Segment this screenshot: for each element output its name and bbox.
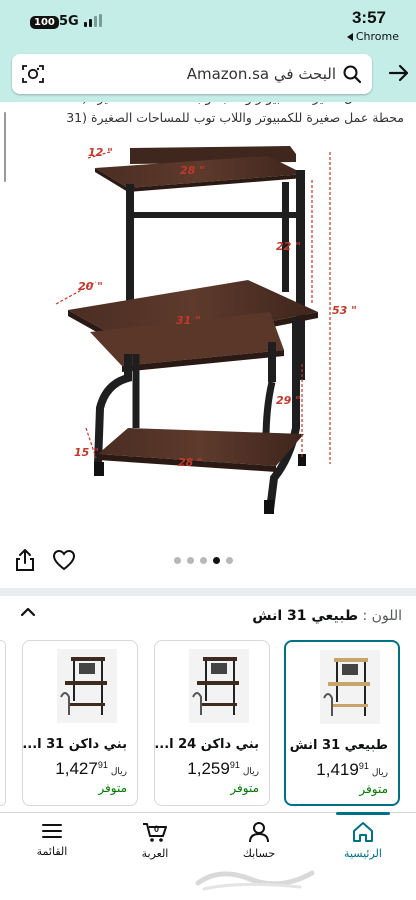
variant-card-partial[interactable] <box>0 640 6 806</box>
search-header: البحث في Amazon.sa <box>0 50 416 102</box>
dim-base-height: 15 " <box>74 446 99 459</box>
variant-price: ريال 1,25991 <box>187 759 259 779</box>
price-fraction: 91 <box>229 760 240 770</box>
return-to-app[interactable]: Chrome <box>346 30 399 43</box>
search-input[interactable]: البحث في Amazon.sa <box>187 65 336 83</box>
nav-account-label: حسابك <box>242 847 276 860</box>
price-currency: ريال <box>371 767 388 777</box>
pagination-dot[interactable] <box>174 557 181 564</box>
dim-shelf-depth: 12 " <box>88 146 113 159</box>
dim-desk-depth: 20 " <box>78 280 103 293</box>
home-icon <box>353 822 373 842</box>
nav-menu[interactable]: القائمة <box>12 821 92 858</box>
battery-indicator: 100 <box>30 16 59 29</box>
variant-name: بني داكن 24 ا... <box>154 737 259 752</box>
product-title[interactable]: محطة عمل صغيرة للكمبيوتر واللاب توب للمس… <box>66 110 404 125</box>
search-bar[interactable]: البحث في Amazon.sa <box>12 54 372 94</box>
user-icon <box>249 822 269 843</box>
color-selector-label: اللون : طبيعي 31 انش <box>252 608 402 624</box>
color-label: اللون : <box>362 608 402 624</box>
pagination-dot[interactable] <box>213 557 220 564</box>
variant-name: طبيعي 31 انش <box>289 738 388 753</box>
price-whole: 1,259 <box>187 759 230 778</box>
camera-scan-icon[interactable] <box>22 64 44 84</box>
price-currency: ريال <box>242 766 259 776</box>
pagination-dot[interactable] <box>200 557 207 564</box>
return-app-label: Chrome <box>355 30 399 43</box>
dim-desk-height: 29 " <box>276 394 301 407</box>
nav-account[interactable]: حسابك <box>219 821 299 860</box>
availability-status: متوفر <box>98 781 127 795</box>
nav-home-label: الرئيسية <box>344 847 382 860</box>
nav-home[interactable]: الرئيسية <box>323 821 403 860</box>
nav-menu-label: القائمة <box>36 845 68 858</box>
watermark-logo <box>195 870 315 891</box>
price-fraction: 91 <box>97 760 108 770</box>
pagination-dot[interactable] <box>187 557 194 564</box>
nav-cart[interactable]: 0 العربة <box>115 821 195 860</box>
variant-price: ريال 1,42791 <box>55 759 127 779</box>
variant-card[interactable]: طبيعي 31 انش ريال 1,41991 متوفر <box>284 640 400 806</box>
gallery-pagination[interactable] <box>174 557 233 564</box>
menu-icon <box>42 824 62 838</box>
pagination-dot[interactable] <box>226 557 233 564</box>
heart-icon[interactable] <box>52 549 76 571</box>
dim-shelf-width: 28 " <box>180 164 205 177</box>
dim-base-width: 28 " <box>178 456 203 469</box>
availability-status: متوفر <box>230 781 259 795</box>
share-icon[interactable] <box>14 548 36 572</box>
variant-name: بني داكن 31 ا... <box>22 737 127 752</box>
bottom-navigation: الرئيسية حسابك 0 العربة القائمة <box>0 812 416 900</box>
product-image[interactable]: 12 " 28 " 22 " 20 " 31 " 53 " 29 " 15 " … <box>0 128 416 528</box>
dim-riser-height: 22 " <box>276 240 301 253</box>
variant-price: ريال 1,41991 <box>316 760 388 780</box>
availability-status: متوفر <box>359 782 388 796</box>
variant-card[interactable]: بني داكن 24 ا... ريال 1,25991 متوفر <box>154 640 270 806</box>
cart-count: 0 <box>154 824 159 834</box>
nav-cart-label: العربة <box>141 847 169 860</box>
dim-desk-width: 31 " <box>176 314 201 327</box>
back-triangle-icon <box>346 32 353 41</box>
status-bar: 100 5G 3:57 Chrome <box>0 0 416 50</box>
variant-thumbnail <box>320 650 380 724</box>
cart-icon: 0 <box>143 823 167 842</box>
section-divider <box>0 588 416 596</box>
forward-arrow-icon[interactable] <box>388 62 410 84</box>
active-tab-indicator <box>336 812 390 815</box>
variant-thumbnail <box>189 649 249 723</box>
clock: 3:57 <box>351 8 386 27</box>
variant-thumbnail <box>57 649 117 723</box>
product-title-line-hidden: محطة عمل صغيرة للكمبيوتر واللاب توب للمس… <box>66 102 404 105</box>
dim-total-height: 53 " <box>332 304 357 317</box>
product-title-clipped: محطة عمل صغيرة للكمبيوتر واللاب توب للمس… <box>0 102 416 108</box>
chevron-up-icon[interactable] <box>20 606 36 618</box>
search-icon <box>343 65 362 84</box>
signal-icon <box>84 14 102 27</box>
price-whole: 1,419 <box>316 760 359 779</box>
price-fraction: 91 <box>358 761 369 771</box>
variant-card[interactable]: بني داكن 31 ا... ريال 1,42791 متوفر <box>22 640 138 806</box>
price-whole: 1,427 <box>55 759 98 778</box>
price-currency: ريال <box>110 766 127 776</box>
network-type: 5G <box>59 14 79 29</box>
selected-color: طبيعي 31 انش <box>252 608 359 624</box>
